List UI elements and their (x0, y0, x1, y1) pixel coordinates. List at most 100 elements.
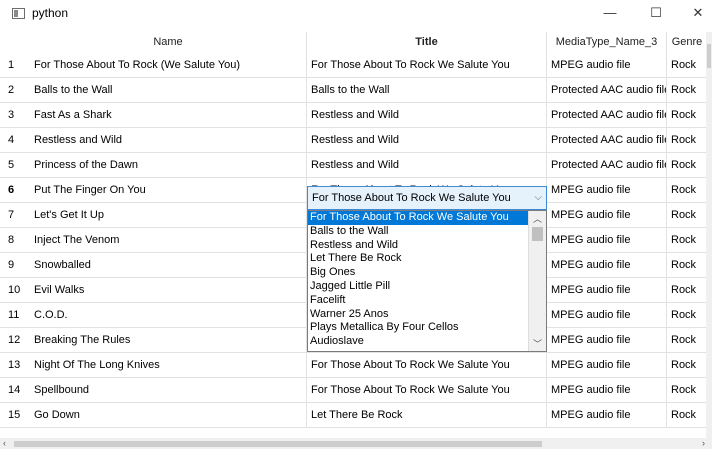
cell-genre[interactable]: Rock (667, 253, 706, 278)
row-number: 8 (0, 228, 30, 253)
dropdown-option[interactable]: Facelift (308, 294, 530, 308)
cell-title[interactable]: Restless and Wild (307, 103, 547, 128)
cell-genre[interactable]: Rock (667, 303, 706, 328)
cell-mediatype[interactable]: MPEG audio file (547, 253, 667, 278)
cell-name[interactable]: Inject The Venom (30, 228, 307, 253)
cell-mediatype[interactable]: Protected AAC audio file (547, 78, 667, 103)
cell-mediatype[interactable]: MPEG audio file (547, 378, 667, 403)
cell-genre[interactable]: Rock (667, 278, 706, 303)
cell-title[interactable]: Restless and Wild (307, 128, 547, 153)
dropdown-scrollbar[interactable]: ︿ ﹀ (528, 211, 546, 351)
chevron-up-icon[interactable]: ︿ (529, 212, 546, 225)
table-row[interactable]: 14 Spellbound For Those About To Rock We S… (0, 378, 706, 403)
dropdown-scroll-thumb[interactable] (532, 227, 543, 241)
cell-genre[interactable]: Rock (667, 178, 706, 203)
cell-name[interactable]: Evil Walks (30, 278, 307, 303)
cell-name[interactable]: Fast As a Shark (30, 103, 307, 128)
combo-value: For Those About To Rock We Salute You (312, 192, 511, 204)
column-header-mediatype[interactable]: MediaType_Name_3 (547, 32, 667, 53)
cell-name[interactable]: C.O.D. (30, 303, 307, 328)
cell-name[interactable]: Snowballed (30, 253, 307, 278)
horizontal-scroll-thumb[interactable] (14, 441, 542, 447)
cell-name[interactable]: Let's Get It Up (30, 203, 307, 228)
dropdown-option[interactable]: Warner 25 Anos (308, 308, 530, 322)
dropdown-option[interactable]: Let There Be Rock (308, 252, 530, 266)
horizontal-scrollbar[interactable]: ‹ › (0, 438, 712, 449)
cell-mediatype[interactable]: MPEG audio file (547, 353, 667, 378)
row-number: 9 (0, 253, 30, 278)
cell-mediatype[interactable]: Protected AAC audio file (547, 103, 667, 128)
cell-genre[interactable]: Rock (667, 328, 706, 353)
cell-mediatype[interactable]: MPEG audio file (547, 203, 667, 228)
table-row[interactable]: 4 Restless and Wild Restless and Wild Prote… (0, 128, 706, 153)
cell-title[interactable]: For Those About To Rock We Salute You (307, 353, 547, 378)
column-header-title[interactable]: Title (307, 32, 547, 53)
cell-name[interactable]: Go Down (30, 403, 307, 428)
dropdown-option[interactable]: Big Ones (308, 266, 530, 280)
cell-mediatype[interactable]: MPEG audio file (547, 178, 667, 203)
dropdown-option[interactable]: Jagged Little Pill (308, 280, 530, 294)
dropdown-option[interactable]: Plays Metallica By Four Cellos (308, 321, 530, 335)
row-number: 1 (0, 53, 30, 78)
cell-genre[interactable]: Rock (667, 103, 706, 128)
cell-name[interactable]: Night Of The Long Knives (30, 353, 307, 378)
cell-genre[interactable]: Rock (667, 228, 706, 253)
column-header-name[interactable]: Name (30, 32, 307, 53)
cell-mediatype[interactable]: Protected AAC audio file (547, 128, 667, 153)
maximize-button[interactable]: ☐ (634, 0, 678, 26)
cell-mediatype[interactable]: MPEG audio file (547, 328, 667, 353)
cell-title[interactable]: Let There Be Rock (307, 403, 547, 428)
cell-name[interactable]: Balls to the Wall (30, 78, 307, 103)
chevron-down-icon[interactable]: ⌵ (534, 187, 542, 209)
table-row[interactable]: 5 Princess of the Dawn Restless and Wild Pr… (0, 153, 706, 178)
table-row[interactable]: 2 Balls to the Wall Balls to the Wall Prote… (0, 78, 706, 103)
cell-name[interactable]: For Those About To Rock (We Salute You) (30, 53, 307, 78)
cell-genre[interactable]: Rock (667, 53, 706, 78)
minimize-button[interactable]: — (588, 0, 632, 26)
combo-dropdown-list[interactable]: For Those About To Rock We Salute You Bal… (307, 210, 547, 352)
dropdown-option[interactable]: For Those About To Rock We Salute You (308, 211, 530, 225)
cell-title[interactable]: Balls to the Wall (307, 78, 547, 103)
row-number: 2 (0, 78, 30, 103)
table-row[interactable]: 1 For Those About To Rock (We Salute You)… (0, 53, 706, 78)
table-row[interactable]: 13 Night Of The Long Knives For Those Abou… (0, 353, 706, 378)
cell-genre[interactable]: Rock (667, 128, 706, 153)
dropdown-option[interactable]: Audioslave (308, 335, 530, 349)
cell-name[interactable]: Breaking The Rules (30, 328, 307, 353)
dropdown-option[interactable]: Restless and Wild (308, 239, 530, 253)
column-header-genre[interactable]: Genre (667, 32, 706, 53)
cell-mediatype[interactable]: MPEG audio file (547, 228, 667, 253)
cell-name[interactable]: Put The Finger On You (30, 178, 307, 203)
cell-genre[interactable]: Rock (667, 378, 706, 403)
scroll-left-icon[interactable]: ‹ (3, 438, 6, 448)
cell-genre[interactable]: Rock (667, 203, 706, 228)
cell-mediatype[interactable]: MPEG audio file (547, 278, 667, 303)
app-window-icon (12, 8, 25, 19)
cell-name[interactable]: Princess of the Dawn (30, 153, 307, 178)
cell-title[interactable]: For Those About To Rock We Salute You (307, 378, 547, 403)
cell-mediatype[interactable]: MPEG audio file (547, 303, 667, 328)
row-number: 5 (0, 153, 30, 178)
cell-genre[interactable]: Rock (667, 78, 706, 103)
table-row[interactable]: 15 Go Down Let There Be Rock MPEG audio fil… (0, 403, 706, 428)
cell-mediatype[interactable]: MPEG audio file (547, 53, 667, 78)
dropdown-option[interactable]: Balls to the Wall (308, 225, 530, 239)
table-row[interactable]: 3 Fast As a Shark Restless and Wild Protect… (0, 103, 706, 128)
cell-name[interactable]: Restless and Wild (30, 128, 307, 153)
cell-title[interactable]: For Those About To Rock We Salute You (307, 53, 547, 78)
row-number: 15 (0, 403, 30, 428)
close-button[interactable]: ✕ (676, 0, 712, 26)
cell-mediatype[interactable]: MPEG audio file (547, 403, 667, 428)
cell-genre[interactable]: Rock (667, 403, 706, 428)
cell-title[interactable]: Restless and Wild (307, 153, 547, 178)
cell-mediatype[interactable]: Protected AAC audio file (547, 153, 667, 178)
scroll-right-icon[interactable]: › (702, 438, 705, 448)
cell-genre[interactable]: Rock (667, 353, 706, 378)
row-number: 10 (0, 278, 30, 303)
vertical-scroll-thumb[interactable] (707, 44, 711, 68)
vertical-scrollbar[interactable] (706, 32, 712, 438)
chevron-down-icon[interactable]: ﹀ (529, 337, 546, 350)
cell-name[interactable]: Spellbound (30, 378, 307, 403)
title-combo-box[interactable]: For Those About To Rock We Salute You ⌵ (307, 186, 547, 210)
cell-genre[interactable]: Rock (667, 153, 706, 178)
